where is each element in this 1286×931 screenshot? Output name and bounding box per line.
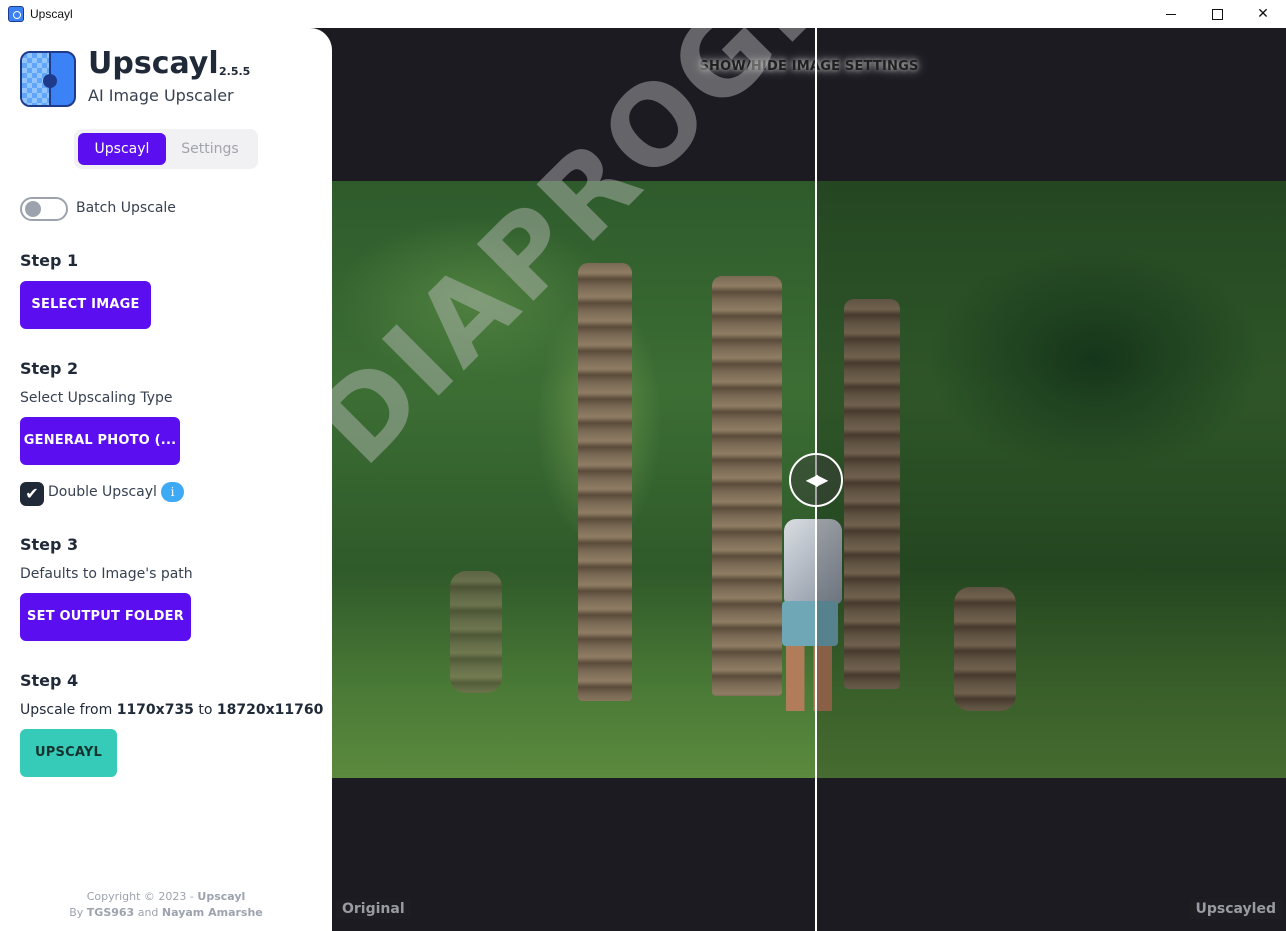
batch-upscale-toggle[interactable] bbox=[20, 197, 68, 221]
double-upscayl-checkbox[interactable]: ✔ bbox=[20, 482, 44, 506]
totem-pole-image bbox=[578, 263, 632, 701]
info-icon[interactable]: i bbox=[161, 482, 184, 502]
footer-and: and bbox=[137, 906, 159, 919]
upscale-size-text: Upscale from 1170x735 to 18720x11760 bbox=[20, 702, 323, 718]
app-version: 2.5.5 bbox=[219, 65, 251, 78]
footer: Copyright © 2023 - Upscayl By TGS963 and… bbox=[0, 889, 332, 921]
close-button[interactable]: ✕ bbox=[1240, 0, 1286, 28]
totem-pole-image bbox=[712, 276, 782, 696]
compare-slider-handle-icon[interactable]: ◀▶ bbox=[789, 453, 843, 507]
maximize-button[interactable] bbox=[1194, 0, 1240, 28]
select-image-button[interactable]: SELECT IMAGE bbox=[20, 281, 151, 329]
upscale-prefix: Upscale from bbox=[20, 702, 113, 718]
footer-copyright: Copyright © 2023 - bbox=[86, 890, 194, 903]
app-name: Upscayl bbox=[88, 46, 219, 81]
carved-stump-image bbox=[450, 571, 502, 693]
batch-upscale-label: Batch Upscale bbox=[76, 200, 176, 216]
app-icon bbox=[8, 6, 24, 22]
upscayled-half-overlay bbox=[816, 181, 1286, 778]
upscaling-type-button[interactable]: GENERAL PHOTO (... bbox=[20, 417, 180, 465]
upscayl-button[interactable]: UPSCAYL bbox=[20, 729, 117, 777]
footer-brand-link[interactable]: Upscayl bbox=[197, 890, 245, 903]
output-folder-hint: Defaults to Image's path bbox=[20, 566, 193, 582]
upscayled-label: Upscayled bbox=[1189, 899, 1282, 919]
tab-upscayl[interactable]: Upscayl bbox=[78, 133, 166, 165]
step1-title: Step 1 bbox=[20, 251, 79, 270]
image-compare-viewer: SHOW/HIDE IMAGE SETTINGS DIAPROG.in.ua ◀… bbox=[332, 28, 1286, 931]
footer-author1-link[interactable]: TGS963 bbox=[87, 906, 134, 919]
double-upscayl-label: Double Upscayl bbox=[48, 484, 157, 500]
to-size: 18720x11760 bbox=[216, 702, 324, 718]
upscaling-type-hint: Select Upscaling Type bbox=[20, 390, 173, 406]
footer-author2-link[interactable]: Nayam Amarshe bbox=[162, 906, 263, 919]
minimize-button[interactable] bbox=[1148, 0, 1194, 28]
tab-bar: Upscayl Settings bbox=[74, 129, 258, 169]
from-size: 1170x735 bbox=[116, 702, 194, 718]
sidebar: Upscayl 2.5.5 AI Image Upscaler Upscayl … bbox=[0, 28, 332, 931]
set-output-folder-button[interactable]: SET OUTPUT FOLDER bbox=[20, 593, 191, 641]
title-bar: Upscayl ✕ bbox=[0, 0, 1286, 28]
window-title: Upscayl bbox=[30, 7, 73, 21]
to-word: to bbox=[198, 702, 213, 718]
app-subtitle: AI Image Upscaler bbox=[88, 86, 234, 105]
window-controls: ✕ bbox=[1148, 0, 1286, 28]
upscayl-logo-icon bbox=[20, 51, 76, 107]
step2-title: Step 2 bbox=[20, 359, 79, 378]
step4-title: Step 4 bbox=[20, 671, 79, 690]
step3-title: Step 3 bbox=[20, 535, 79, 554]
tab-settings[interactable]: Settings bbox=[166, 133, 254, 165]
original-label: Original bbox=[336, 899, 411, 919]
footer-by: By bbox=[69, 906, 84, 919]
